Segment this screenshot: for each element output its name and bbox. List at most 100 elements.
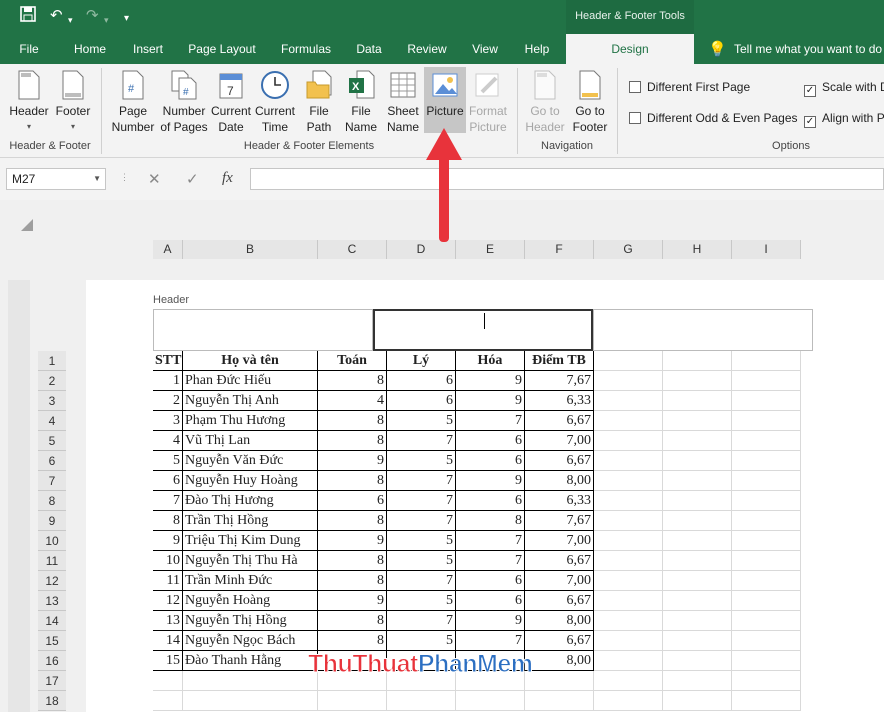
table-cell[interactable]: 4 xyxy=(318,391,387,411)
table-cell[interactable]: Triệu Thị Kim Dung xyxy=(183,531,318,551)
table-cell[interactable]: Nguyễn Thị Thu Hà xyxy=(183,551,318,571)
different-odd-even-checkbox[interactable]: Different Odd & Even Pages xyxy=(629,111,798,125)
tab-page-layout[interactable]: Page Layout xyxy=(182,34,262,64)
table-cell[interactable] xyxy=(594,671,663,691)
table-cell[interactable]: 5 xyxy=(387,631,456,651)
table-cell[interactable]: Phạm Thu Hương xyxy=(183,411,318,431)
table-cell[interactable] xyxy=(594,651,663,671)
table-cell[interactable]: 15 xyxy=(153,651,183,671)
table-cell[interactable]: 8 xyxy=(318,511,387,531)
table-cell[interactable] xyxy=(663,611,732,631)
table-cell[interactable]: 8,00 xyxy=(525,651,594,671)
table-cell[interactable]: Trần Minh Đức xyxy=(183,571,318,591)
table-cell[interactable]: 6 xyxy=(387,391,456,411)
undo-dropdown-icon[interactable]: ▾ xyxy=(68,10,73,30)
row-header[interactable]: 14 xyxy=(38,611,66,631)
table-cell[interactable] xyxy=(525,691,594,711)
table-cell[interactable]: Hóa xyxy=(456,351,525,371)
table-cell[interactable]: 8 xyxy=(318,471,387,491)
table-cell[interactable]: Nguyễn Thị Hồng xyxy=(183,611,318,631)
table-cell[interactable]: 4 xyxy=(153,431,183,451)
formula-input[interactable] xyxy=(250,168,884,190)
row-header[interactable]: 2 xyxy=(38,371,66,391)
column-header-h[interactable]: H xyxy=(663,240,732,259)
table-cell[interactable] xyxy=(732,371,801,391)
row-header[interactable]: 12 xyxy=(38,571,66,591)
enter-icon[interactable]: ✓ xyxy=(186,170,199,188)
header-left-section[interactable] xyxy=(153,309,373,351)
table-cell[interactable]: 6,67 xyxy=(525,631,594,651)
table-cell[interactable]: Toán xyxy=(318,351,387,371)
sheet-name-button[interactable]: Sheet Name xyxy=(382,70,424,135)
table-cell[interactable] xyxy=(663,371,732,391)
tab-home[interactable]: Home xyxy=(66,34,114,64)
file-path-button[interactable]: File Path xyxy=(300,70,338,135)
table-cell[interactable] xyxy=(732,671,801,691)
table-cell[interactable]: 1 xyxy=(153,371,183,391)
table-cell[interactable]: 9 xyxy=(318,591,387,611)
table-cell[interactable] xyxy=(663,691,732,711)
table-cell[interactable]: 6,67 xyxy=(525,411,594,431)
table-cell[interactable]: Họ và tên xyxy=(183,351,318,371)
table-cell[interactable]: Vũ Thị Lan xyxy=(183,431,318,451)
table-cell[interactable] xyxy=(663,431,732,451)
table-cell[interactable] xyxy=(318,691,387,711)
redo-icon[interactable]: ↷ xyxy=(86,6,99,26)
tab-design[interactable]: Design xyxy=(566,34,694,64)
table-cell[interactable]: Đào Thị Hương xyxy=(183,491,318,511)
table-cell[interactable]: 7 xyxy=(387,571,456,591)
table-cell[interactable]: 8 xyxy=(318,571,387,591)
table-cell[interactable] xyxy=(594,451,663,471)
table-cell[interactable]: 6,67 xyxy=(525,591,594,611)
table-cell[interactable]: 7 xyxy=(387,431,456,451)
table-cell[interactable] xyxy=(732,471,801,491)
table-cell[interactable]: 9 xyxy=(318,531,387,551)
table-cell[interactable] xyxy=(732,411,801,431)
table-cell[interactable] xyxy=(183,671,318,691)
table-cell[interactable] xyxy=(732,491,801,511)
table-cell[interactable] xyxy=(594,371,663,391)
table-cell[interactable] xyxy=(663,571,732,591)
table-cell[interactable]: 7 xyxy=(456,531,525,551)
table-cell[interactable] xyxy=(732,511,801,531)
table-cell[interactable] xyxy=(594,531,663,551)
table-cell[interactable]: 7,00 xyxy=(525,571,594,591)
footer-button[interactable]: Footer ▾ xyxy=(52,70,94,135)
table-cell[interactable] xyxy=(663,651,732,671)
go-to-header-button[interactable]: Go to Header xyxy=(522,70,568,135)
name-box[interactable]: M27 ▼ xyxy=(6,168,106,190)
table-cell[interactable]: 6 xyxy=(456,491,525,511)
table-cell[interactable] xyxy=(663,491,732,511)
number-of-pages-button[interactable]: # Number of Pages xyxy=(158,70,210,135)
table-cell[interactable]: 9 xyxy=(456,391,525,411)
table-cell[interactable]: Trần Thị Hồng xyxy=(183,511,318,531)
current-date-button[interactable]: 7 Current Date xyxy=(208,70,254,135)
row-header[interactable]: 18 xyxy=(38,691,66,711)
table-cell[interactable] xyxy=(387,691,456,711)
insert-function-icon[interactable]: fx xyxy=(222,170,233,187)
table-cell[interactable]: 8 xyxy=(318,411,387,431)
table-cell[interactable] xyxy=(594,391,663,411)
table-cell[interactable] xyxy=(663,551,732,571)
table-cell[interactable]: 9 xyxy=(456,471,525,491)
table-cell[interactable] xyxy=(732,611,801,631)
tab-file[interactable]: File xyxy=(8,34,50,64)
table-cell[interactable]: 7,67 xyxy=(525,511,594,531)
table-cell[interactable] xyxy=(594,351,663,371)
table-cell[interactable]: 6,33 xyxy=(525,391,594,411)
column-header-g[interactable]: G xyxy=(594,240,663,259)
table-cell[interactable]: 6 xyxy=(456,571,525,591)
tab-data[interactable]: Data xyxy=(348,34,390,64)
column-header-i[interactable]: I xyxy=(732,240,801,259)
save-icon[interactable] xyxy=(20,6,36,28)
row-header[interactable]: 9 xyxy=(38,511,66,531)
row-header[interactable]: 1 xyxy=(38,351,66,371)
table-cell[interactable] xyxy=(732,531,801,551)
table-cell[interactable]: Đào Thanh Hằng xyxy=(183,651,318,671)
table-cell[interactable]: 5 xyxy=(387,451,456,471)
table-cell[interactable] xyxy=(663,671,732,691)
row-header[interactable]: 8 xyxy=(38,491,66,511)
table-cell[interactable]: 13 xyxy=(153,611,183,631)
table-cell[interactable]: 14 xyxy=(153,631,183,651)
row-header[interactable]: 5 xyxy=(38,431,66,451)
